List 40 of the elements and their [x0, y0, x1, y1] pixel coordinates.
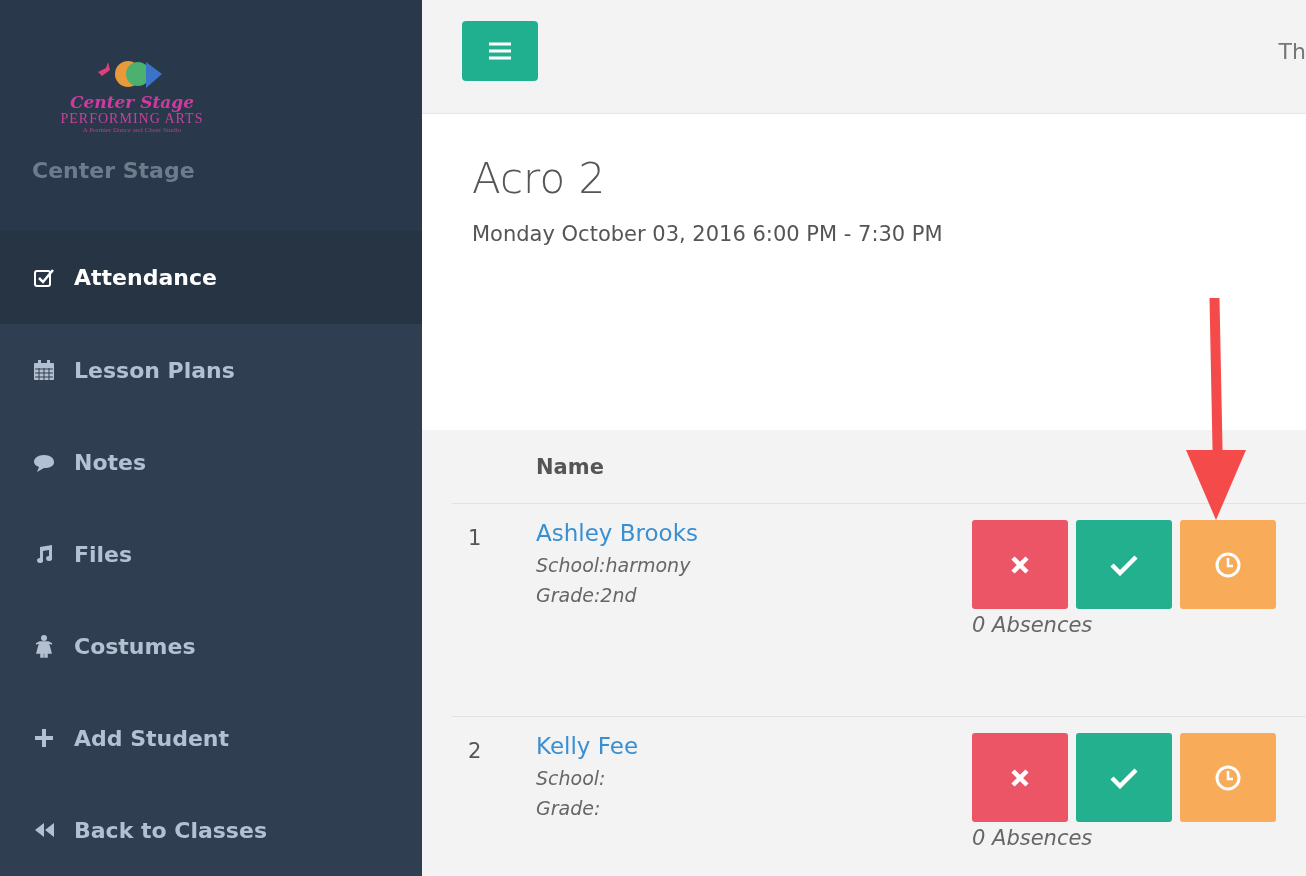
- student-name-link[interactable]: Ashley Brooks: [536, 520, 972, 546]
- absence-count: 0 Absences: [972, 826, 1094, 850]
- student-school: School:harmony: [536, 554, 692, 576]
- row-number: 1: [467, 525, 483, 552]
- checkmark-icon: [1109, 553, 1139, 576]
- sidebar-item[interactable]: Files: [0, 508, 422, 600]
- absent-button[interactable]: [972, 520, 1068, 609]
- logo-title: Center Stage: [69, 94, 195, 111]
- present-button[interactable]: [1076, 520, 1172, 609]
- topbar-text: Th: [1278, 39, 1306, 64]
- calendar-icon: [32, 358, 56, 382]
- row-number: 2: [467, 738, 483, 765]
- clock-icon: [1214, 763, 1242, 792]
- sidebar-item[interactable]: Back to Classes: [0, 784, 422, 876]
- sidebar-item[interactable]: Attendance: [0, 231, 422, 324]
- close-icon: [1009, 553, 1031, 576]
- student-school: School:: [536, 767, 607, 789]
- sidebar-item[interactable]: Add Student: [0, 692, 422, 784]
- logo-subtitle: PERFORMING ARTS: [60, 111, 204, 127]
- column-header: Name: [536, 454, 604, 479]
- late-button[interactable]: [1180, 733, 1276, 822]
- class-title: Acro 2: [472, 154, 607, 205]
- class-schedule: Monday October 03, 2016 6:00 PM - 7:30 PM: [472, 222, 944, 247]
- sidebar-item[interactable]: Lesson Plans: [0, 324, 422, 416]
- sidebar-item[interactable]: Notes: [0, 416, 422, 508]
- student-grade: Grade:2nd: [536, 584, 638, 606]
- plus-icon: [32, 726, 56, 750]
- close-icon: [1009, 766, 1031, 789]
- menu-button[interactable]: [462, 20, 538, 81]
- menu-icon: [489, 41, 511, 60]
- clock-icon: [1214, 550, 1242, 579]
- sidebar-item[interactable]: Costumes: [0, 600, 422, 692]
- student-name-link[interactable]: Kelly Fee: [536, 733, 972, 759]
- student-grade: Grade:: [536, 797, 602, 819]
- checkmark-icon: [1109, 766, 1139, 789]
- brand-name: Center Stage: [32, 158, 196, 184]
- late-button[interactable]: [1180, 520, 1276, 609]
- present-button[interactable]: [1076, 733, 1172, 822]
- absent-button[interactable]: [972, 733, 1068, 822]
- absence-count: 0 Absences: [972, 613, 1094, 637]
